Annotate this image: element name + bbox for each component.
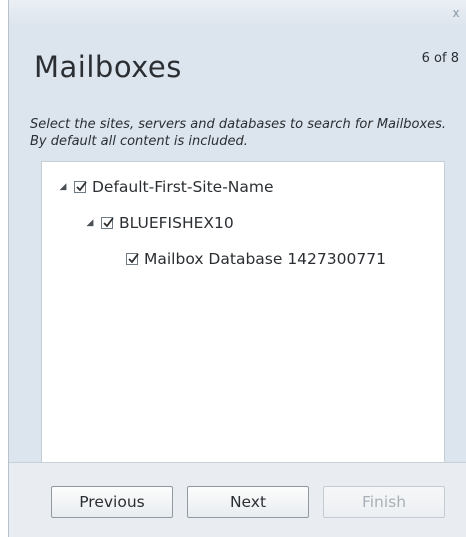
finish-button: Finish [323, 486, 445, 518]
site-checkbox[interactable] [74, 181, 87, 193]
tree-node-label: Default-First-Site-Name [92, 178, 274, 196]
title-bar: x [9, 0, 466, 28]
page-counter: 6 of 8 [421, 51, 459, 66]
database-checkbox[interactable] [126, 253, 139, 265]
server-checkbox[interactable] [101, 217, 114, 229]
tree-node-database[interactable]: Mailbox Database 1427300771 [126, 249, 386, 269]
expanded-triangle-icon[interactable]: ◢ [85, 218, 95, 228]
wizard-footer: Previous Next Finish [9, 462, 466, 537]
mailbox-tree: ◢ Default-First-Site-Name ◢ BLUEFISHEX10 [41, 161, 445, 463]
page-description: Select the sites, servers and databases … [30, 117, 447, 149]
tree-node-site[interactable]: ◢ Default-First-Site-Name [58, 177, 274, 197]
tree-node-label: Mailbox Database 1427300771 [144, 250, 386, 268]
expanded-triangle-icon[interactable]: ◢ [58, 182, 68, 192]
checkmark-icon [128, 253, 139, 264]
next-button[interactable]: Next [187, 486, 309, 518]
wizard-page: Mailboxes 6 of 8 Select the sites, serve… [9, 28, 466, 463]
close-icon[interactable]: x [449, 6, 463, 20]
tree-node-label: BLUEFISHEX10 [119, 214, 234, 232]
checkmark-icon [103, 217, 114, 228]
wizard-window: x Mailboxes 6 of 8 Select the sites, ser… [8, 0, 466, 537]
checkmark-icon [76, 181, 87, 192]
previous-button[interactable]: Previous [51, 486, 173, 518]
page-title: Mailboxes [34, 50, 182, 84]
tree-node-server[interactable]: ◢ BLUEFISHEX10 [85, 213, 234, 233]
